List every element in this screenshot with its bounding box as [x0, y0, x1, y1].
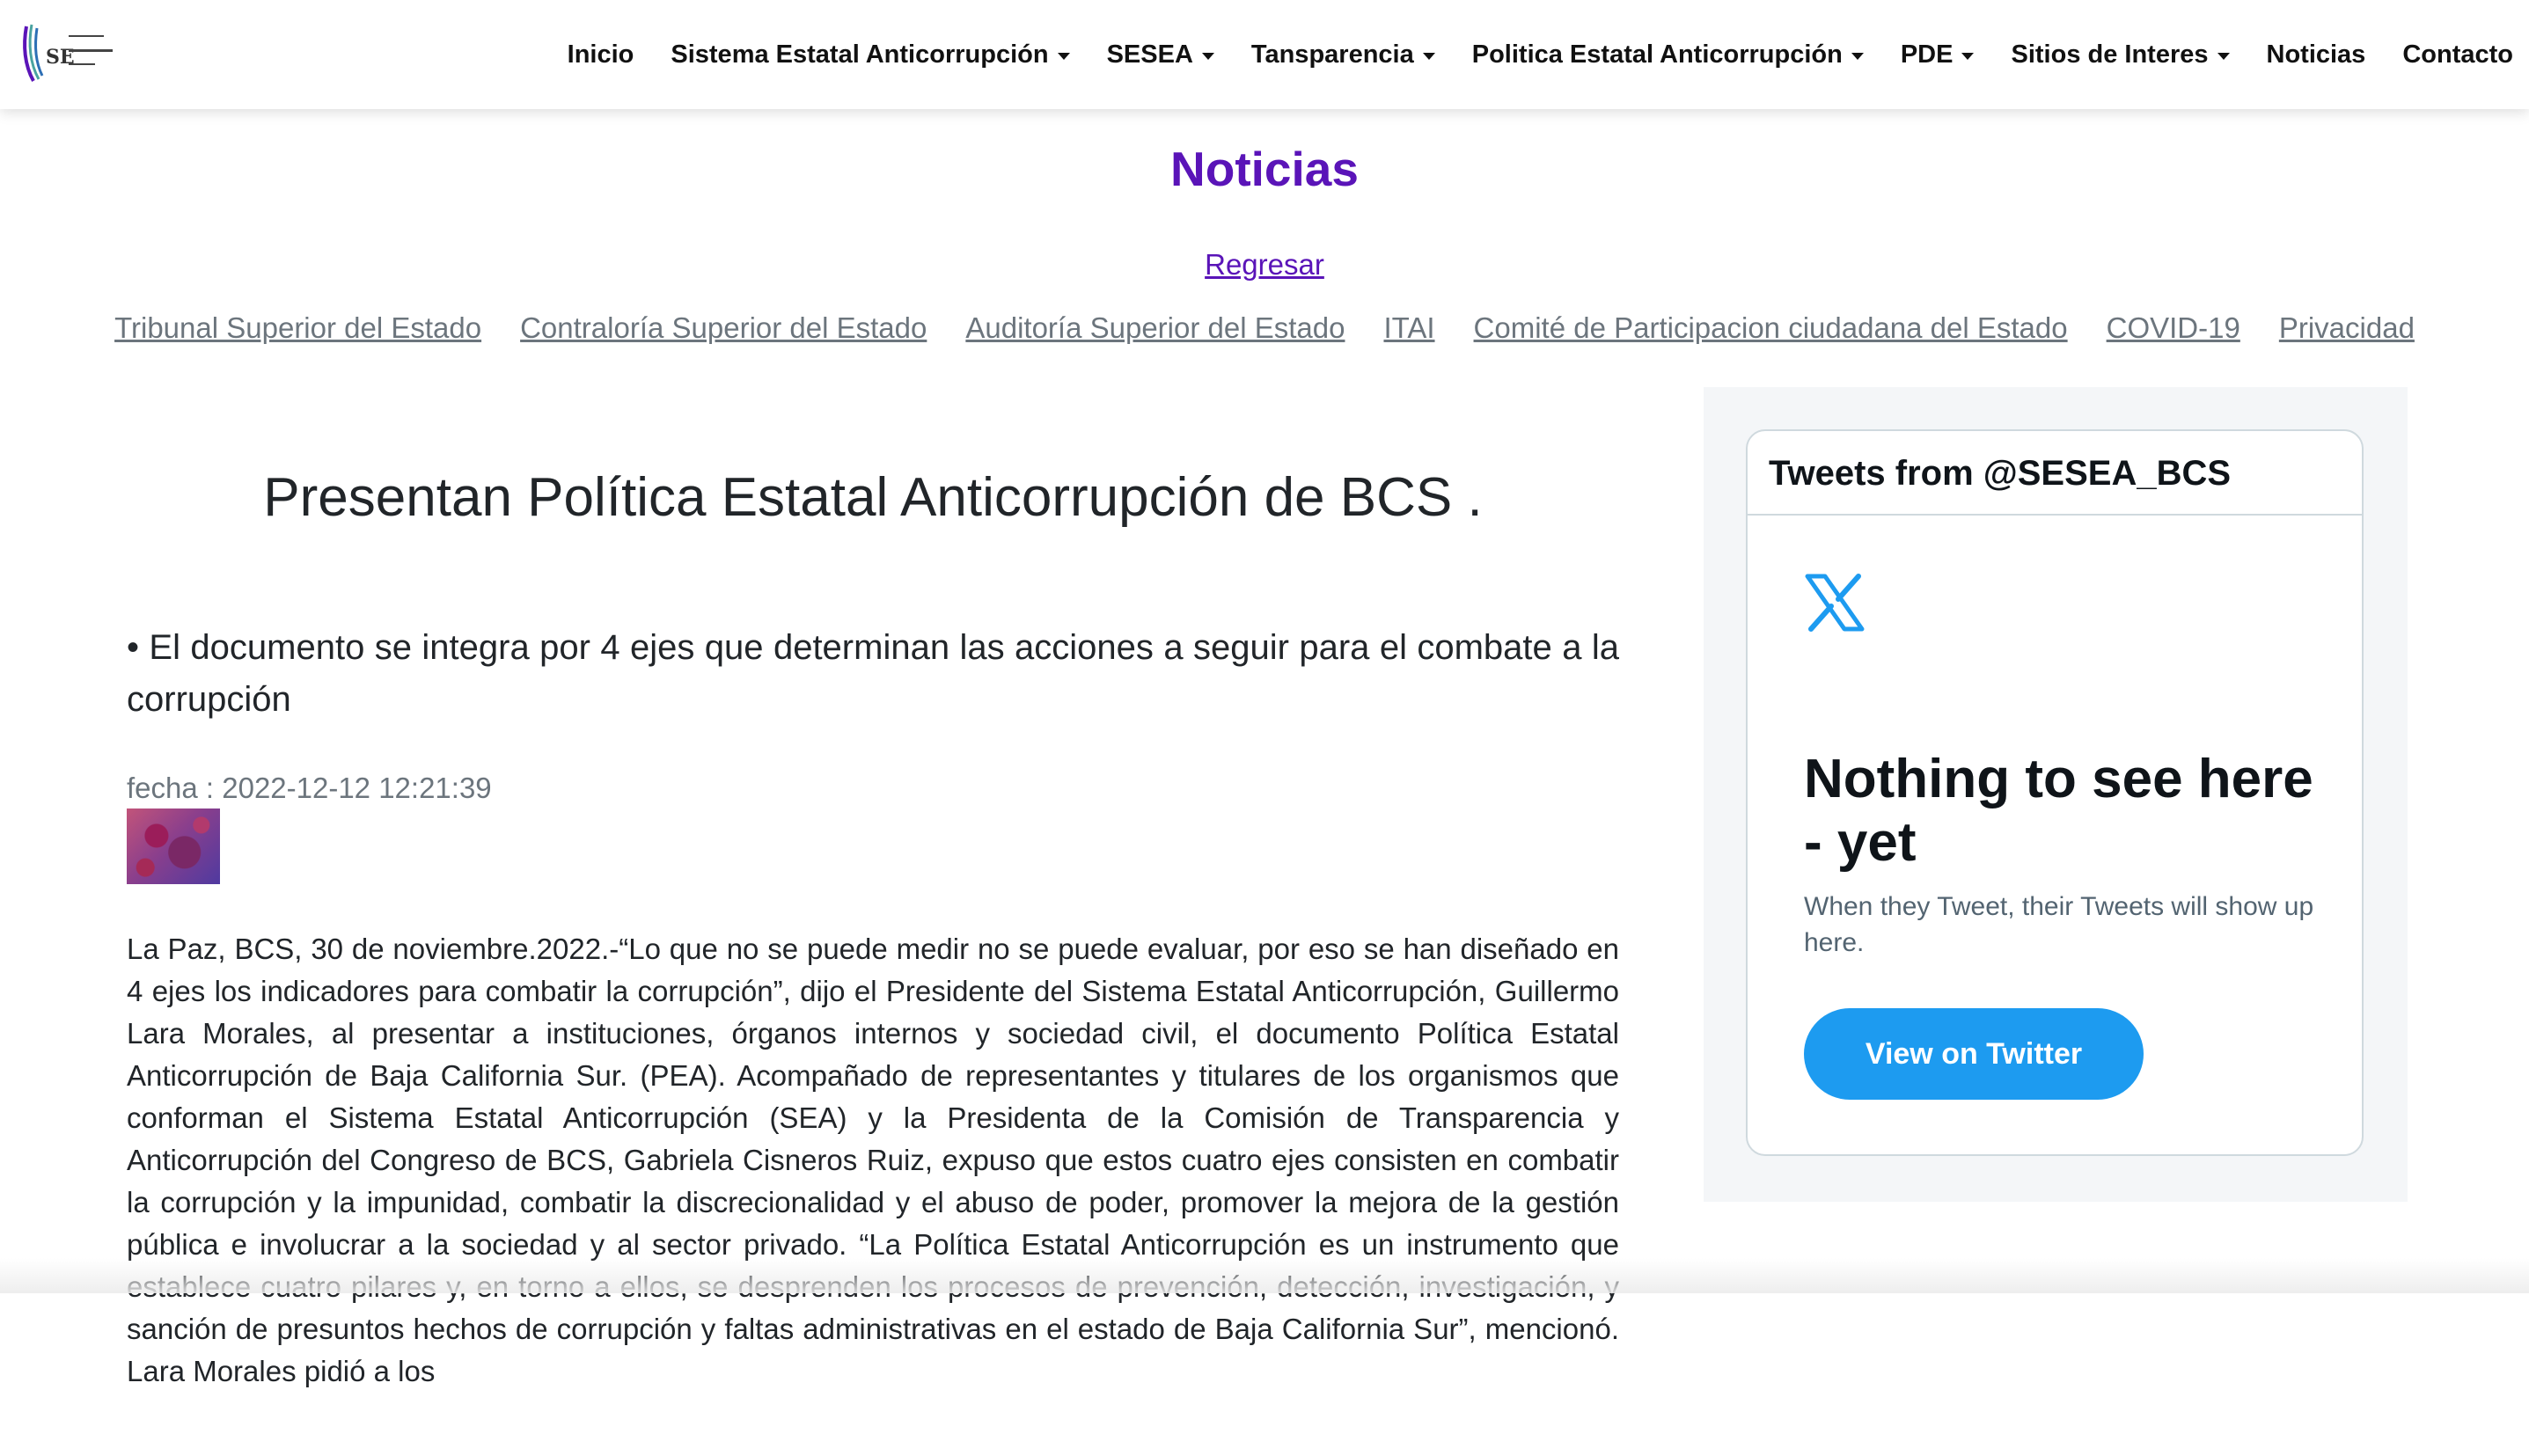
link-privacidad[interactable]: Privacidad [2279, 311, 2415, 345]
x-logo-icon[interactable] [1804, 574, 1866, 632]
nav-pde[interactable]: PDE [1901, 40, 1975, 70]
article-date: fecha : 2022-12-12 12:21:39 [127, 772, 492, 804]
link-contraloria-superior[interactable]: Contraloría Superior del Estado [520, 311, 927, 345]
caret-down-icon [1201, 52, 1214, 60]
nav-label: Sistema Estatal Anticorrupción [671, 40, 1049, 69]
article-title: Presentan Política Estatal Anticorrupció… [263, 467, 1483, 528]
link-itai[interactable]: ITAI [1383, 311, 1434, 345]
nav-label: PDE [1900, 40, 1954, 69]
nav-contacto[interactable]: Contacto [2402, 40, 2513, 70]
article-body: La Paz, BCS, 30 de noviembre.2022.-“Lo q… [127, 933, 1619, 1387]
nav-label: Sitios de Interes [2011, 40, 2209, 69]
view-on-twitter-button[interactable]: View on Twitter [1804, 1008, 2144, 1100]
nav-label: Politica Estatal Anticorrupción [1471, 40, 1843, 69]
main-nav: Inicio Sistema Estatal Anticorrupción SE… [531, 0, 2513, 109]
back-link-wrap: Regresar [0, 248, 2529, 282]
svg-text:SE: SE [46, 46, 75, 69]
twitter-empty-text: When they Tweet, their Tweets will show … [1804, 892, 2314, 957]
nav-sistema-estatal-anticorrupcion[interactable]: Sistema Estatal Anticorrupción [671, 40, 1070, 70]
article-thumbnail[interactable] [127, 808, 220, 884]
caret-down-icon [1961, 52, 1975, 60]
nav-inicio[interactable]: Inicio [568, 40, 634, 70]
nav-label: Contacto [2402, 40, 2513, 69]
nav-label: Tansparencia [1250, 40, 1414, 69]
quick-links: Tribunal Superior del Estado Contraloría… [0, 311, 2529, 345]
caret-down-icon [1851, 52, 1864, 60]
link-tribunal-superior[interactable]: Tribunal Superior del Estado [114, 311, 481, 345]
nav-transparencia[interactable]: Tansparencia [1251, 40, 1435, 70]
bottom-fade [0, 1258, 2529, 1293]
nav-label: SESEA [1106, 40, 1193, 69]
sesea-logo[interactable]: SE [21, 19, 116, 84]
caret-down-icon [2217, 52, 2230, 60]
twitter-empty-title: Nothing to see here - yet [1804, 749, 2313, 873]
nav-politica-estatal[interactable]: Politica Estatal Anticorrupción [1472, 40, 1864, 70]
nav-sitios-de-interes[interactable]: Sitios de Interes [2011, 40, 2230, 70]
twitter-timeline-card: Tweets from @SESEA_BCS Nothing to see he… [1746, 429, 2364, 1156]
article: Presentan Política Estatal Anticorrupció… [127, 466, 1619, 1456]
sidebar: Tweets from @SESEA_BCS Nothing to see he… [1704, 387, 2408, 1202]
caret-down-icon [1057, 52, 1070, 60]
top-navbar: SE Inicio Sistema Estatal Anticorrupción… [0, 0, 2529, 109]
caret-down-icon [1422, 52, 1435, 60]
link-covid-19[interactable]: COVID-19 [2107, 311, 2240, 345]
back-link[interactable]: Regresar [1205, 248, 1324, 281]
link-auditoria-superior[interactable]: Auditoría Superior del Estado [965, 311, 1345, 345]
nav-noticias[interactable]: Noticias [2267, 40, 2366, 70]
link-comite-participacion[interactable]: Comité de Participacion ciudadana del Es… [1474, 311, 2068, 345]
page-title: Noticias [1170, 142, 1359, 196]
article-lead: • El documento se integra por 4 ejes que… [127, 628, 1619, 719]
nav-label: Inicio [567, 40, 634, 69]
nav-label: Noticias [2266, 40, 2366, 69]
nav-sesea[interactable]: SESEA [1107, 40, 1214, 70]
twitter-timeline-header[interactable]: Tweets from @SESEA_BCS [1748, 431, 2362, 516]
